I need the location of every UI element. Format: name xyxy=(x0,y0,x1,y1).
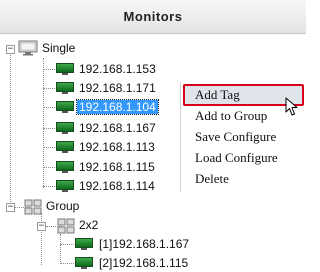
menu-item-load-configure[interactable]: Load Configure xyxy=(195,149,278,167)
monitor-icon xyxy=(56,63,74,75)
tree-item-monitor[interactable]: 192.168.1.153 xyxy=(77,61,158,78)
subgroup-grid-icon xyxy=(57,218,75,234)
group-grid-icon xyxy=(24,199,42,215)
menu-item-delete[interactable]: Delete xyxy=(195,170,229,188)
monitor-icon xyxy=(75,257,93,269)
tree-item-monitor[interactable]: 192.168.1.171 xyxy=(77,80,158,97)
expand-collapse-toggle[interactable]: − xyxy=(6,45,15,54)
tree-item-monitor[interactable]: 192.168.1.115 xyxy=(77,159,157,176)
tree-item-monitor[interactable]: 192.168.1.113 xyxy=(77,139,157,156)
tree-node-label: Group xyxy=(46,199,80,213)
tree-line xyxy=(60,244,74,245)
expand-collapse-toggle[interactable]: − xyxy=(37,222,46,231)
tree-node-label: 2x2 xyxy=(79,218,99,232)
tree-line xyxy=(43,147,55,148)
tree-item-label: [1]192.168.1.167 xyxy=(99,237,190,251)
tree-item-group-monitor[interactable]: [2]192.168.1.115 xyxy=(97,255,190,272)
tree-line xyxy=(60,263,74,264)
tree-line xyxy=(43,88,55,89)
monitor-icon xyxy=(56,141,74,153)
tree-item-label: 192.168.1.104 xyxy=(76,99,159,115)
tree-node-label: Single xyxy=(42,41,76,55)
tree-item-monitor[interactable]: 192.168.1.114 xyxy=(77,178,157,195)
tree-line xyxy=(43,167,55,168)
monitor-icon xyxy=(56,82,74,94)
tree-node-single[interactable]: Single xyxy=(40,40,77,57)
tree-line xyxy=(43,186,55,187)
monitor-icon xyxy=(56,122,74,134)
tree-item-monitor[interactable]: 192.168.1.167 xyxy=(77,120,158,137)
single-group-icon xyxy=(18,40,38,56)
menu-item-add-to-group[interactable]: Add to Group xyxy=(195,107,267,125)
tree-node-group[interactable]: Group xyxy=(44,198,81,215)
tree-item-monitor-selected[interactable]: 192.168.1.104 xyxy=(76,99,159,116)
monitor-icon xyxy=(56,101,74,113)
panel-header: Monitors xyxy=(0,0,306,34)
tree-node-subgroup-2x2[interactable]: 2x2 xyxy=(77,217,100,234)
tree-line xyxy=(43,69,55,70)
monitors-panel: Monitors − Single 192.168.1.153 192.168.… xyxy=(0,0,306,272)
tree-line xyxy=(43,58,44,188)
monitor-icon xyxy=(56,161,74,173)
menu-item-save-configure[interactable]: Save Configure xyxy=(195,128,276,146)
tree-line xyxy=(43,107,55,108)
tree-item-label: 192.168.1.113 xyxy=(79,140,155,154)
tree-item-label: [2]192.168.1.115 xyxy=(99,256,189,270)
tree-item-group-monitor[interactable]: [1]192.168.1.167 xyxy=(97,236,191,253)
menu-item-add-tag[interactable]: Add Tag xyxy=(195,86,240,104)
tree-item-label: 192.168.1.115 xyxy=(79,160,155,174)
tree-item-label: 192.168.1.153 xyxy=(79,62,156,76)
tree-item-label: 192.168.1.167 xyxy=(79,121,156,135)
expand-collapse-toggle[interactable]: − xyxy=(6,203,15,212)
panel-title: Monitors xyxy=(123,9,183,24)
monitor-icon xyxy=(75,238,93,250)
tree-item-label: 192.168.1.171 xyxy=(79,81,156,95)
tree-line xyxy=(60,234,61,262)
tree-line xyxy=(43,128,55,129)
mouse-cursor-icon xyxy=(285,97,299,117)
monitor-icon xyxy=(56,180,74,192)
tree-item-label: 192.168.1.114 xyxy=(79,179,155,193)
tree-line xyxy=(10,53,11,208)
